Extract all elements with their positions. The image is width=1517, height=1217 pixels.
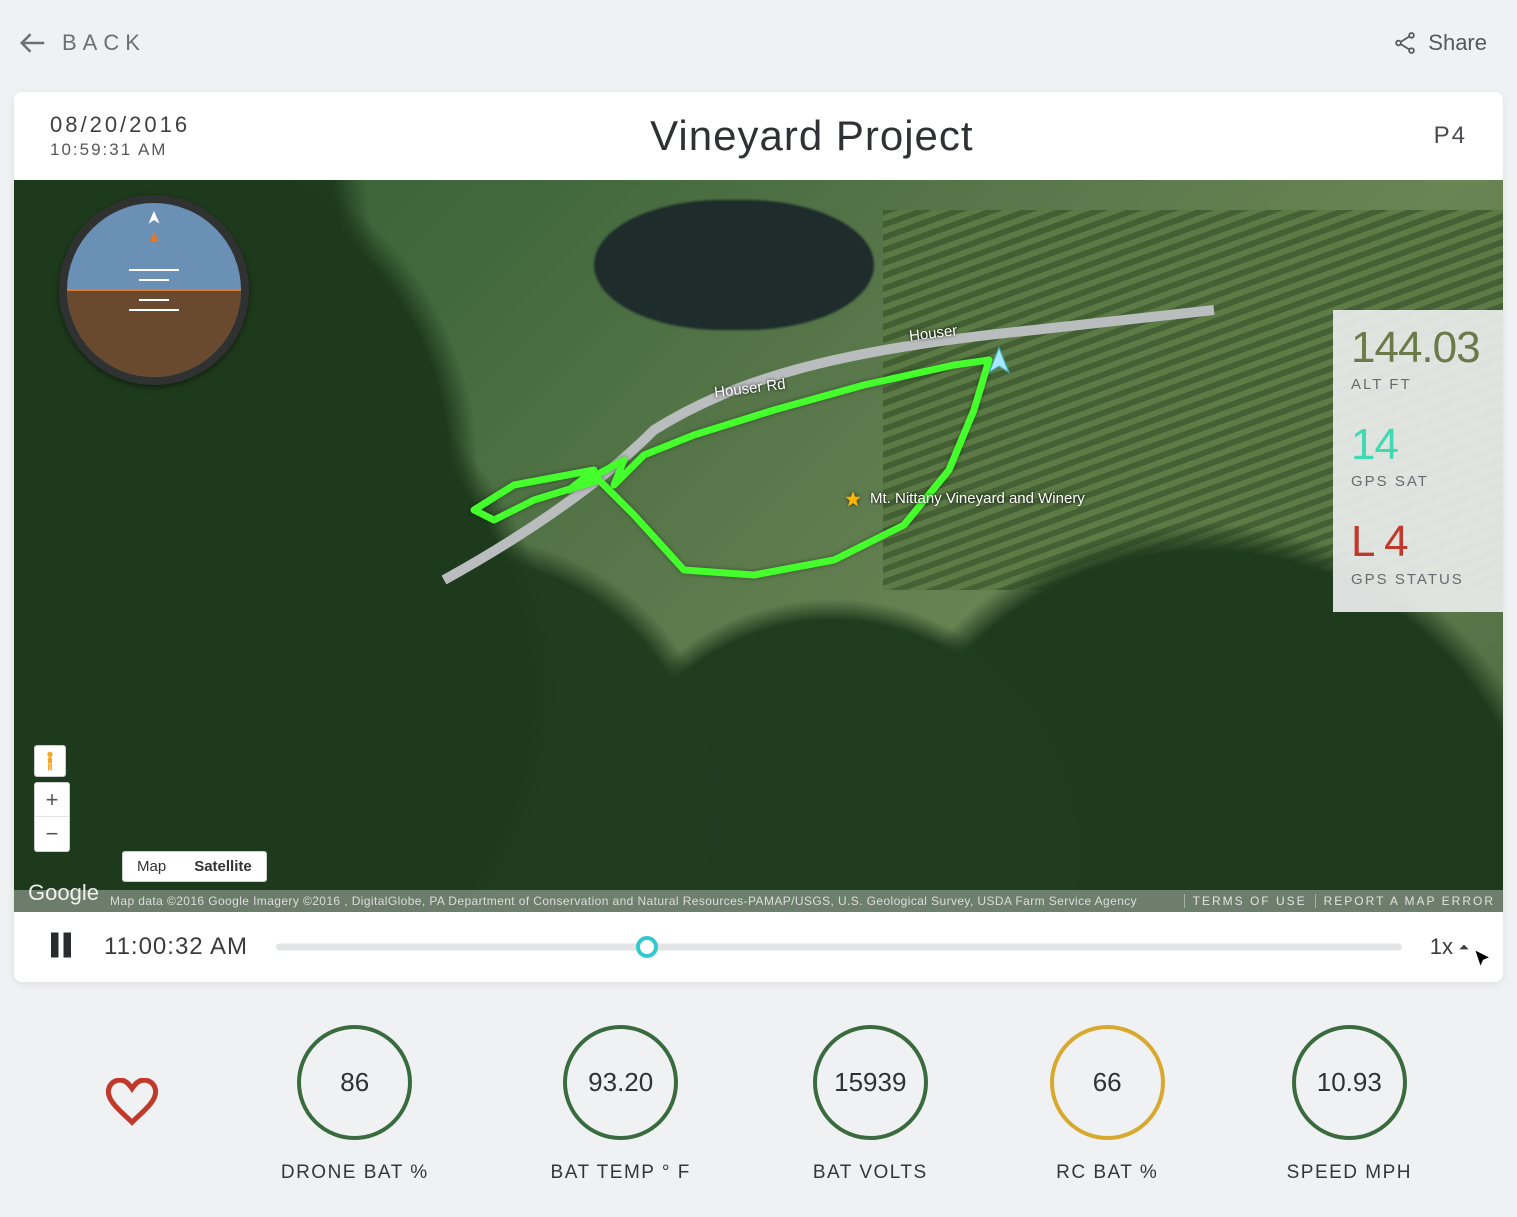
terms-link[interactable]: TERMS OF USE <box>1184 894 1315 908</box>
back-arrow-icon <box>18 28 48 58</box>
gps-status-value: L 4 <box>1351 520 1485 564</box>
metric-label: BAT VOLTS <box>813 1162 928 1184</box>
playback-thumb[interactable] <box>636 936 658 958</box>
share-icon <box>1392 30 1418 56</box>
attitude-heading-icon <box>145 229 163 252</box>
metric-label: SPEED MPH <box>1287 1162 1412 1184</box>
aircraft-model: P4 <box>1434 122 1467 150</box>
playback-rail <box>276 944 1402 951</box>
metric-ring: 66 <box>1050 1025 1165 1140</box>
flight-time: 10:59:31 AM <box>50 140 190 160</box>
share-button[interactable]: Share <box>1392 30 1487 56</box>
zoom-out-button[interactable]: − <box>35 817 69 851</box>
playback-bar: 11:00:32 AM 1x <box>14 912 1503 982</box>
back-button[interactable]: BACK <box>18 28 146 58</box>
chevron-up-icon <box>1457 940 1471 954</box>
pause-button[interactable] <box>46 928 76 967</box>
map-type-toggle: Map Satellite <box>122 851 267 882</box>
flight-datetime: 08/20/2016 10:59:31 AM <box>50 112 190 160</box>
favorite-button[interactable] <box>105 1078 159 1131</box>
altitude-label: ALT FT <box>1351 376 1485 393</box>
metric-bat-volts: 15939 BAT VOLTS <box>813 1025 928 1184</box>
heart-icon <box>105 1078 159 1126</box>
metric-ring: 93.20 <box>563 1025 678 1140</box>
telemetry-gps-sat: 14 GPS SAT <box>1351 423 1485 490</box>
metric-ring: 15939 <box>813 1025 928 1140</box>
metric-rc-battery: 66 RC BAT % <box>1050 1025 1165 1184</box>
metric-label: RC BAT % <box>1056 1162 1158 1184</box>
metric-label: DRONE BAT % <box>281 1162 429 1184</box>
streetview-pegman[interactable] <box>34 745 66 777</box>
telemetry-gps-status: L 4 GPS STATUS <box>1351 520 1485 590</box>
metric-label: BAT TEMP ° F <box>551 1162 691 1184</box>
playback-speed-button[interactable]: 1x <box>1430 934 1471 960</box>
telemetry-altitude: 144.03 ALT FT <box>1351 326 1485 393</box>
mouse-cursor-icon <box>1473 949 1493 974</box>
map-viewport[interactable]: Houser Rd Houser Mt. Nittany Vineyard an… <box>14 180 1503 912</box>
top-bar: BACK Share <box>0 0 1517 70</box>
map-attribution-text: Map data ©2016 Google Imagery ©2016 , Di… <box>14 894 1184 908</box>
attitude-indicator <box>59 195 249 385</box>
zoom-in-button[interactable]: + <box>35 783 69 817</box>
playback-time: 11:00:32 AM <box>104 933 248 961</box>
back-label: BACK <box>62 30 146 56</box>
map-attribution-bar: Map data ©2016 Google Imagery ©2016 , Di… <box>14 890 1503 912</box>
card-header: 08/20/2016 10:59:31 AM Vineyard Project … <box>14 92 1503 180</box>
gps-sat-label: GPS SAT <box>1351 473 1485 490</box>
metric-speed: 10.93 SPEED MPH <box>1287 1025 1412 1184</box>
gps-sat-value: 14 <box>1351 423 1485 467</box>
metric-bat-temp: 93.20 BAT TEMP ° F <box>551 1025 691 1184</box>
pegman-icon <box>42 750 58 772</box>
playback-speed-label: 1x <box>1430 934 1453 960</box>
metric-drone-battery: 86 DRONE BAT % <box>281 1025 429 1184</box>
poi-label: Mt. Nittany Vineyard and Winery <box>870 490 1085 507</box>
map-type-map[interactable]: Map <box>123 852 180 881</box>
metrics-footer: 86 DRONE BAT % 93.20 BAT TEMP ° F 15939 … <box>14 992 1503 1217</box>
drone-heading-icon <box>984 345 1014 380</box>
gps-status-label: GPS STATUS <box>1351 570 1485 590</box>
zoom-controls: + − <box>34 782 70 852</box>
page-title: Vineyard Project <box>650 112 973 160</box>
metric-ring: 10.93 <box>1292 1025 1407 1140</box>
map-poi[interactable]: Mt. Nittany Vineyard and Winery <box>844 490 1085 508</box>
metric-ring: 86 <box>297 1025 412 1140</box>
share-label: Share <box>1428 30 1487 56</box>
pause-icon <box>46 928 76 962</box>
map-type-satellite[interactable]: Satellite <box>180 852 266 881</box>
flight-card: 08/20/2016 10:59:31 AM Vineyard Project … <box>14 92 1503 982</box>
report-link[interactable]: REPORT A MAP ERROR <box>1315 894 1503 908</box>
flight-date: 08/20/2016 <box>50 112 190 138</box>
altitude-value: 144.03 <box>1351 326 1485 370</box>
star-icon <box>844 490 862 508</box>
playback-track[interactable] <box>276 942 1402 952</box>
telemetry-panel: 144.03 ALT FT 14 GPS SAT L 4 GPS STATUS <box>1333 310 1503 612</box>
